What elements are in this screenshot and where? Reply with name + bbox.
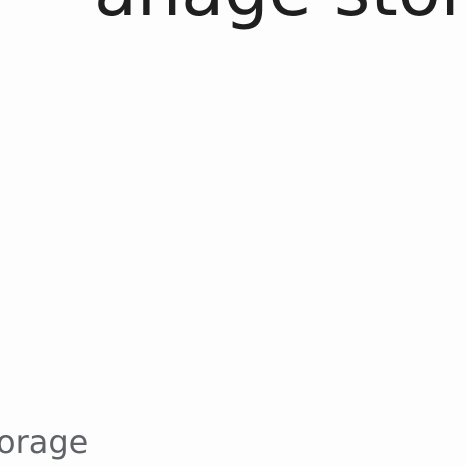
page-title: anage storag [94, 0, 466, 26]
manage-storage-screen: anage storag orage [0, 0, 466, 466]
storage-list-item-label[interactable]: orage [0, 422, 88, 462]
